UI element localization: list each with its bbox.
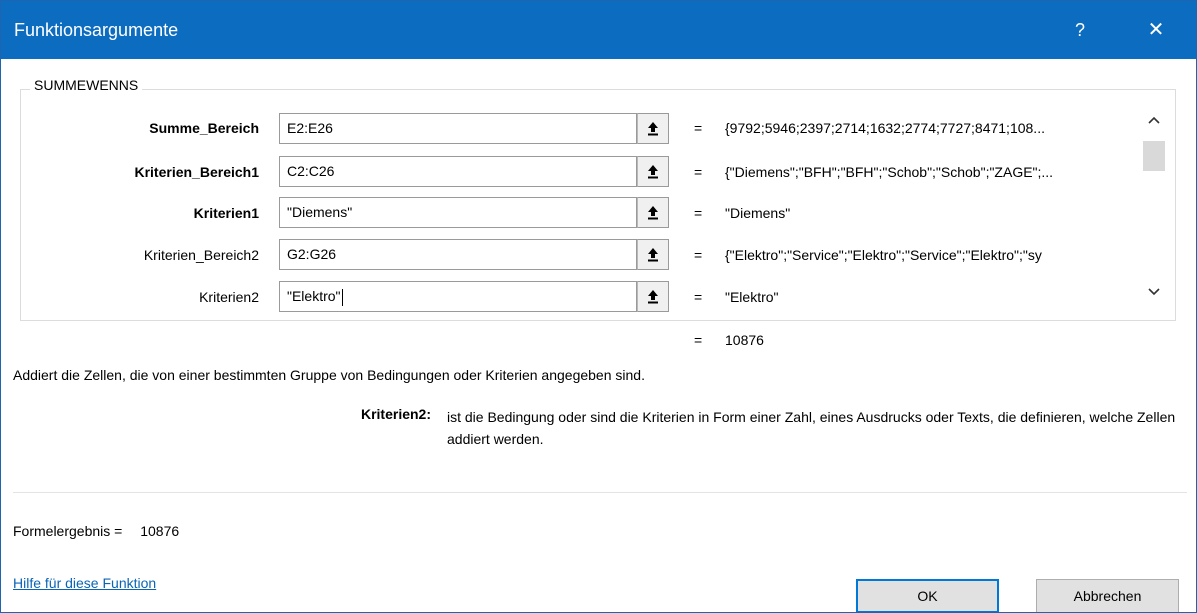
arg-result-kriterien2: "Elektro": [725, 289, 779, 305]
cancel-button[interactable]: Abbrechen: [1036, 579, 1179, 612]
ref-select-button[interactable]: [637, 239, 669, 270]
ref-select-button[interactable]: [637, 197, 669, 228]
ref-select-button[interactable]: [637, 281, 669, 312]
arg-label-kriterien-bereich2: Kriterien_Bereich2: [143, 247, 259, 263]
formula-result-label: Formelergebnis =: [13, 523, 123, 539]
formula-result-value: 10876: [140, 523, 180, 539]
function-result: 10876: [725, 332, 764, 348]
arg-input-kriterien-bereich1[interactable]: C2:C26: [279, 156, 637, 187]
arg-result-kriterien-bereich2: {"Elektro";"Service";"Elektro";"Service"…: [725, 247, 1042, 263]
arg-input-kriterien-bereich2[interactable]: G2:G26: [279, 239, 637, 270]
arg-label-kriterien1: Kriterien1: [193, 205, 259, 221]
collapse-dialog-arrow-up-icon: [648, 248, 658, 262]
ok-button[interactable]: OK: [856, 579, 999, 612]
arg-input-kriterien1[interactable]: "Diemens": [279, 197, 637, 228]
text-cursor: [341, 288, 343, 306]
scrollbar-thumb[interactable]: [1143, 141, 1165, 171]
formula-result: Formelergebnis = 10876: [13, 523, 179, 539]
divider: [13, 492, 1187, 493]
equals-sign: =: [694, 332, 703, 348]
window-title: Funktionsargumente: [14, 20, 179, 40]
arg-result-kriterien-bereich1: {"Diemens";"BFH";"BFH";"Schob";"Schob";"…: [725, 164, 1054, 180]
arg-result-kriterien1: "Diemens": [725, 205, 791, 221]
function-arguments-dialog: Funktionsargumente ? ✕ SUMMEWENNS Summe_…: [0, 0, 1197, 613]
active-param-description: ist die Bedingung oder sind die Kriterie…: [447, 409, 1176, 447]
equals-sign: =: [694, 289, 703, 305]
arg-input-value: E2:E26: [287, 120, 333, 136]
function-description: Addiert die Zellen, die von einer bestim…: [13, 367, 645, 383]
active-param-name: Kriterien2:: [360, 406, 431, 422]
arg-label-kriterien-bereich1: Kriterien_Bereich1: [134, 164, 259, 180]
arg-label-summe-bereich: Summe_Bereich: [149, 120, 259, 136]
arg-input-value: G2:G26: [287, 246, 337, 262]
help-icon[interactable]: ?: [1063, 15, 1097, 45]
equals-sign: =: [694, 164, 703, 180]
equals-sign: =: [694, 120, 703, 136]
arg-input-value: C2:C26: [287, 163, 335, 179]
arg-label-kriterien2: Kriterien2: [199, 289, 259, 305]
collapse-dialog-arrow-up-icon: [648, 122, 658, 136]
ref-select-button[interactable]: [637, 156, 669, 187]
ref-select-button[interactable]: [637, 113, 669, 144]
arg-result-summe-bereich: {9792;5946;2397;2714;1632;2774;7727;8471…: [725, 120, 1045, 136]
chevron-up-icon[interactable]: [1147, 113, 1161, 127]
equals-sign: =: [694, 247, 703, 263]
collapse-dialog-arrow-up-icon: [648, 206, 658, 220]
equals-sign: =: [694, 205, 703, 221]
chevron-down-icon[interactable]: [1147, 285, 1161, 299]
collapse-dialog-arrow-up-icon: [648, 165, 658, 179]
arg-input-kriterien2[interactable]: "Elektro": [279, 281, 637, 312]
arg-input-value: "Diemens": [287, 204, 353, 220]
arg-input-summe-bereich[interactable]: E2:E26: [279, 113, 637, 144]
title-bar: Funktionsargumente ? ✕: [1, 1, 1196, 59]
arg-input-value: "Elektro": [287, 288, 341, 304]
close-icon[interactable]: ✕: [1139, 15, 1173, 45]
help-link[interactable]: Hilfe für diese Funktion: [13, 575, 156, 591]
arguments-scrollbar[interactable]: [1141, 109, 1167, 309]
collapse-dialog-arrow-up-icon: [648, 290, 658, 304]
function-name: SUMMEWENNS: [30, 77, 143, 93]
